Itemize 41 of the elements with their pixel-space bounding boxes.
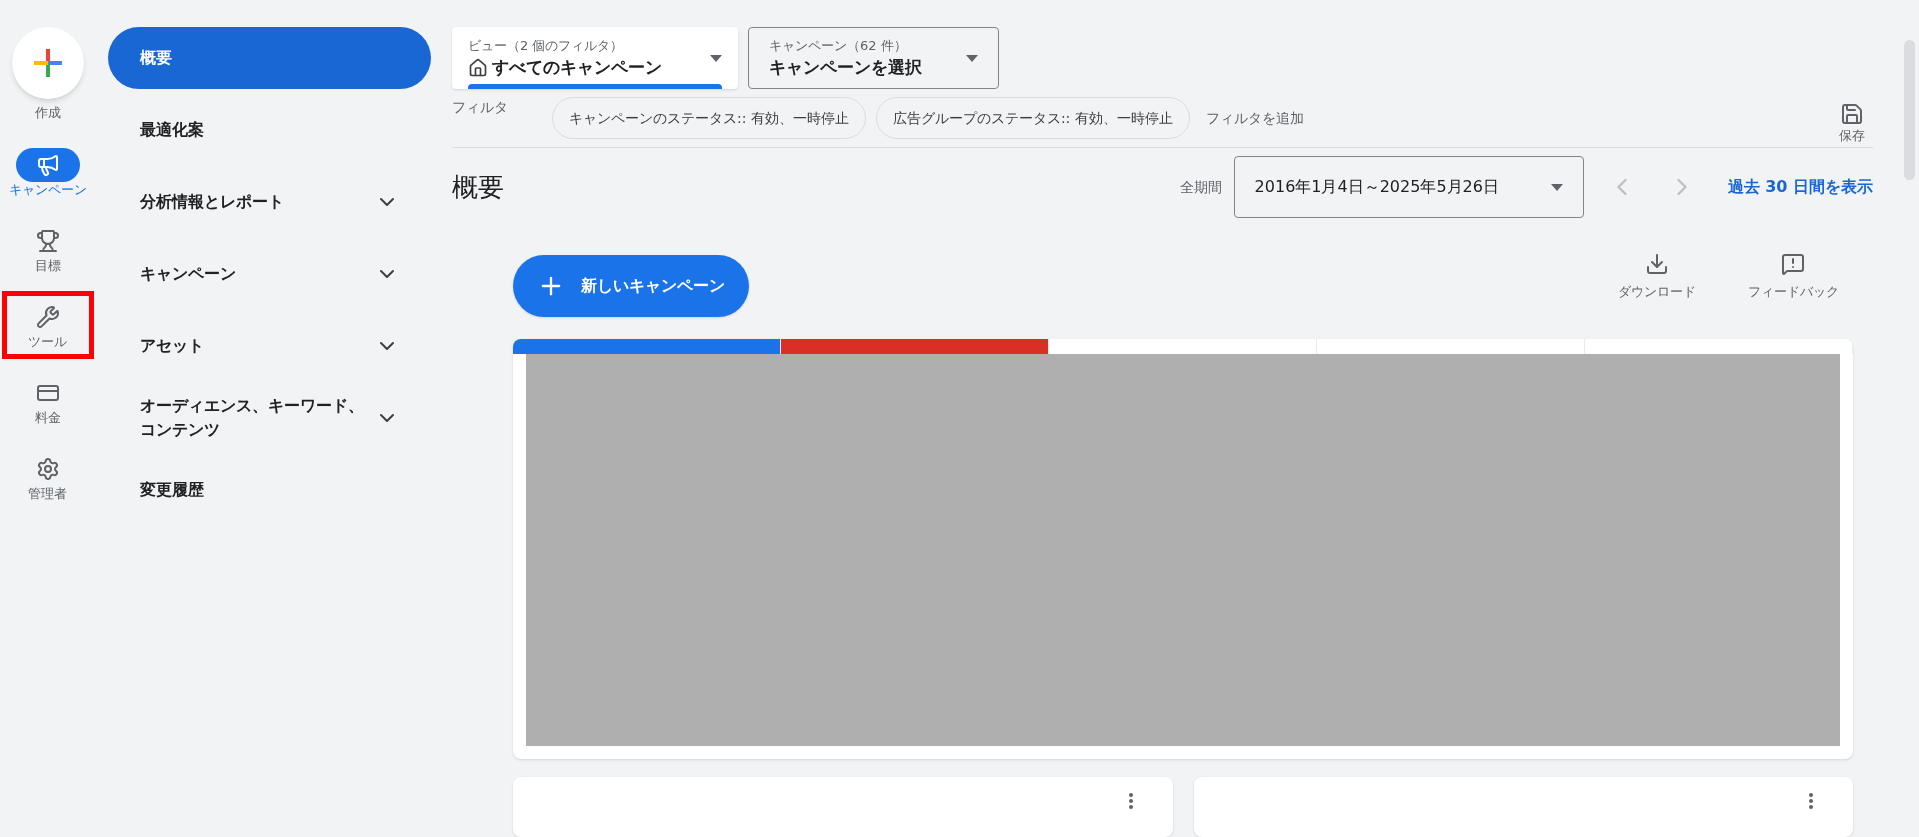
settings-icon — [35, 456, 60, 481]
megaphone-icon — [35, 152, 60, 177]
rail-item[interactable]: キャンペーン — [1, 138, 94, 207]
feedback-icon — [1781, 251, 1805, 276]
nav-item[interactable]: 分析情報とレポート — [108, 171, 431, 233]
metric-tab[interactable] — [781, 338, 1049, 354]
rail-item[interactable]: ツール — [1, 290, 94, 359]
nav-item[interactable]: 最適化案 — [108, 99, 431, 161]
rail-item[interactable]: 管理者 — [1, 442, 94, 511]
nav-item[interactable]: オーディエンス、キーワード、コンテンツ — [108, 387, 431, 449]
tools-icon — [35, 304, 60, 329]
more-icon — [1809, 793, 1813, 809]
date-range-dropdown[interactable]: 2016年1月4日～2025年5月26日 — [1233, 156, 1584, 219]
plus-icon — [31, 47, 64, 79]
nav-item[interactable]: 概要 — [108, 27, 431, 89]
home-icon — [468, 57, 488, 78]
rail-item[interactable]: 料金 — [1, 366, 94, 435]
download-icon — [1645, 251, 1669, 276]
download-button[interactable]: ダウンロード — [1597, 251, 1717, 300]
save-button[interactable]: 保存 — [1839, 102, 1865, 146]
last-30-days-link[interactable]: 過去 30 日間を表示 — [1727, 175, 1873, 200]
date-range-label: 全期間 — [1179, 177, 1222, 197]
metric-tab[interactable] — [513, 338, 781, 354]
add-filter-link[interactable]: フィルタを追加 — [1205, 107, 1304, 129]
more-icon — [1128, 793, 1133, 809]
caret-icon — [966, 54, 978, 62]
nav-item[interactable]: アセット — [108, 315, 431, 377]
nav-item[interactable]: キャンペーン — [108, 243, 431, 305]
nav-item[interactable]: 変更履歴 — [108, 459, 431, 521]
create-label: 作成 — [34, 104, 61, 122]
campaign-dropdown[interactable]: キャンペーン（62 件） キャンペーンを選択 — [748, 27, 999, 89]
rail-item[interactable]: 目標 — [1, 214, 94, 283]
caret-icon — [1550, 183, 1563, 191]
trophy-icon — [35, 228, 60, 253]
view-dropdown[interactable]: ビュー（2 個のフィルタ） すべてのキャンペーン — [452, 27, 738, 89]
filter-label: フィルタ — [452, 98, 509, 117]
page-title: 概要 — [452, 170, 504, 204]
new-campaign-button[interactable]: 新しいキャンペーン — [513, 254, 749, 317]
feedback-button[interactable]: フィードバック — [1733, 251, 1853, 300]
caret-icon — [710, 54, 722, 62]
save-icon — [1840, 102, 1864, 127]
